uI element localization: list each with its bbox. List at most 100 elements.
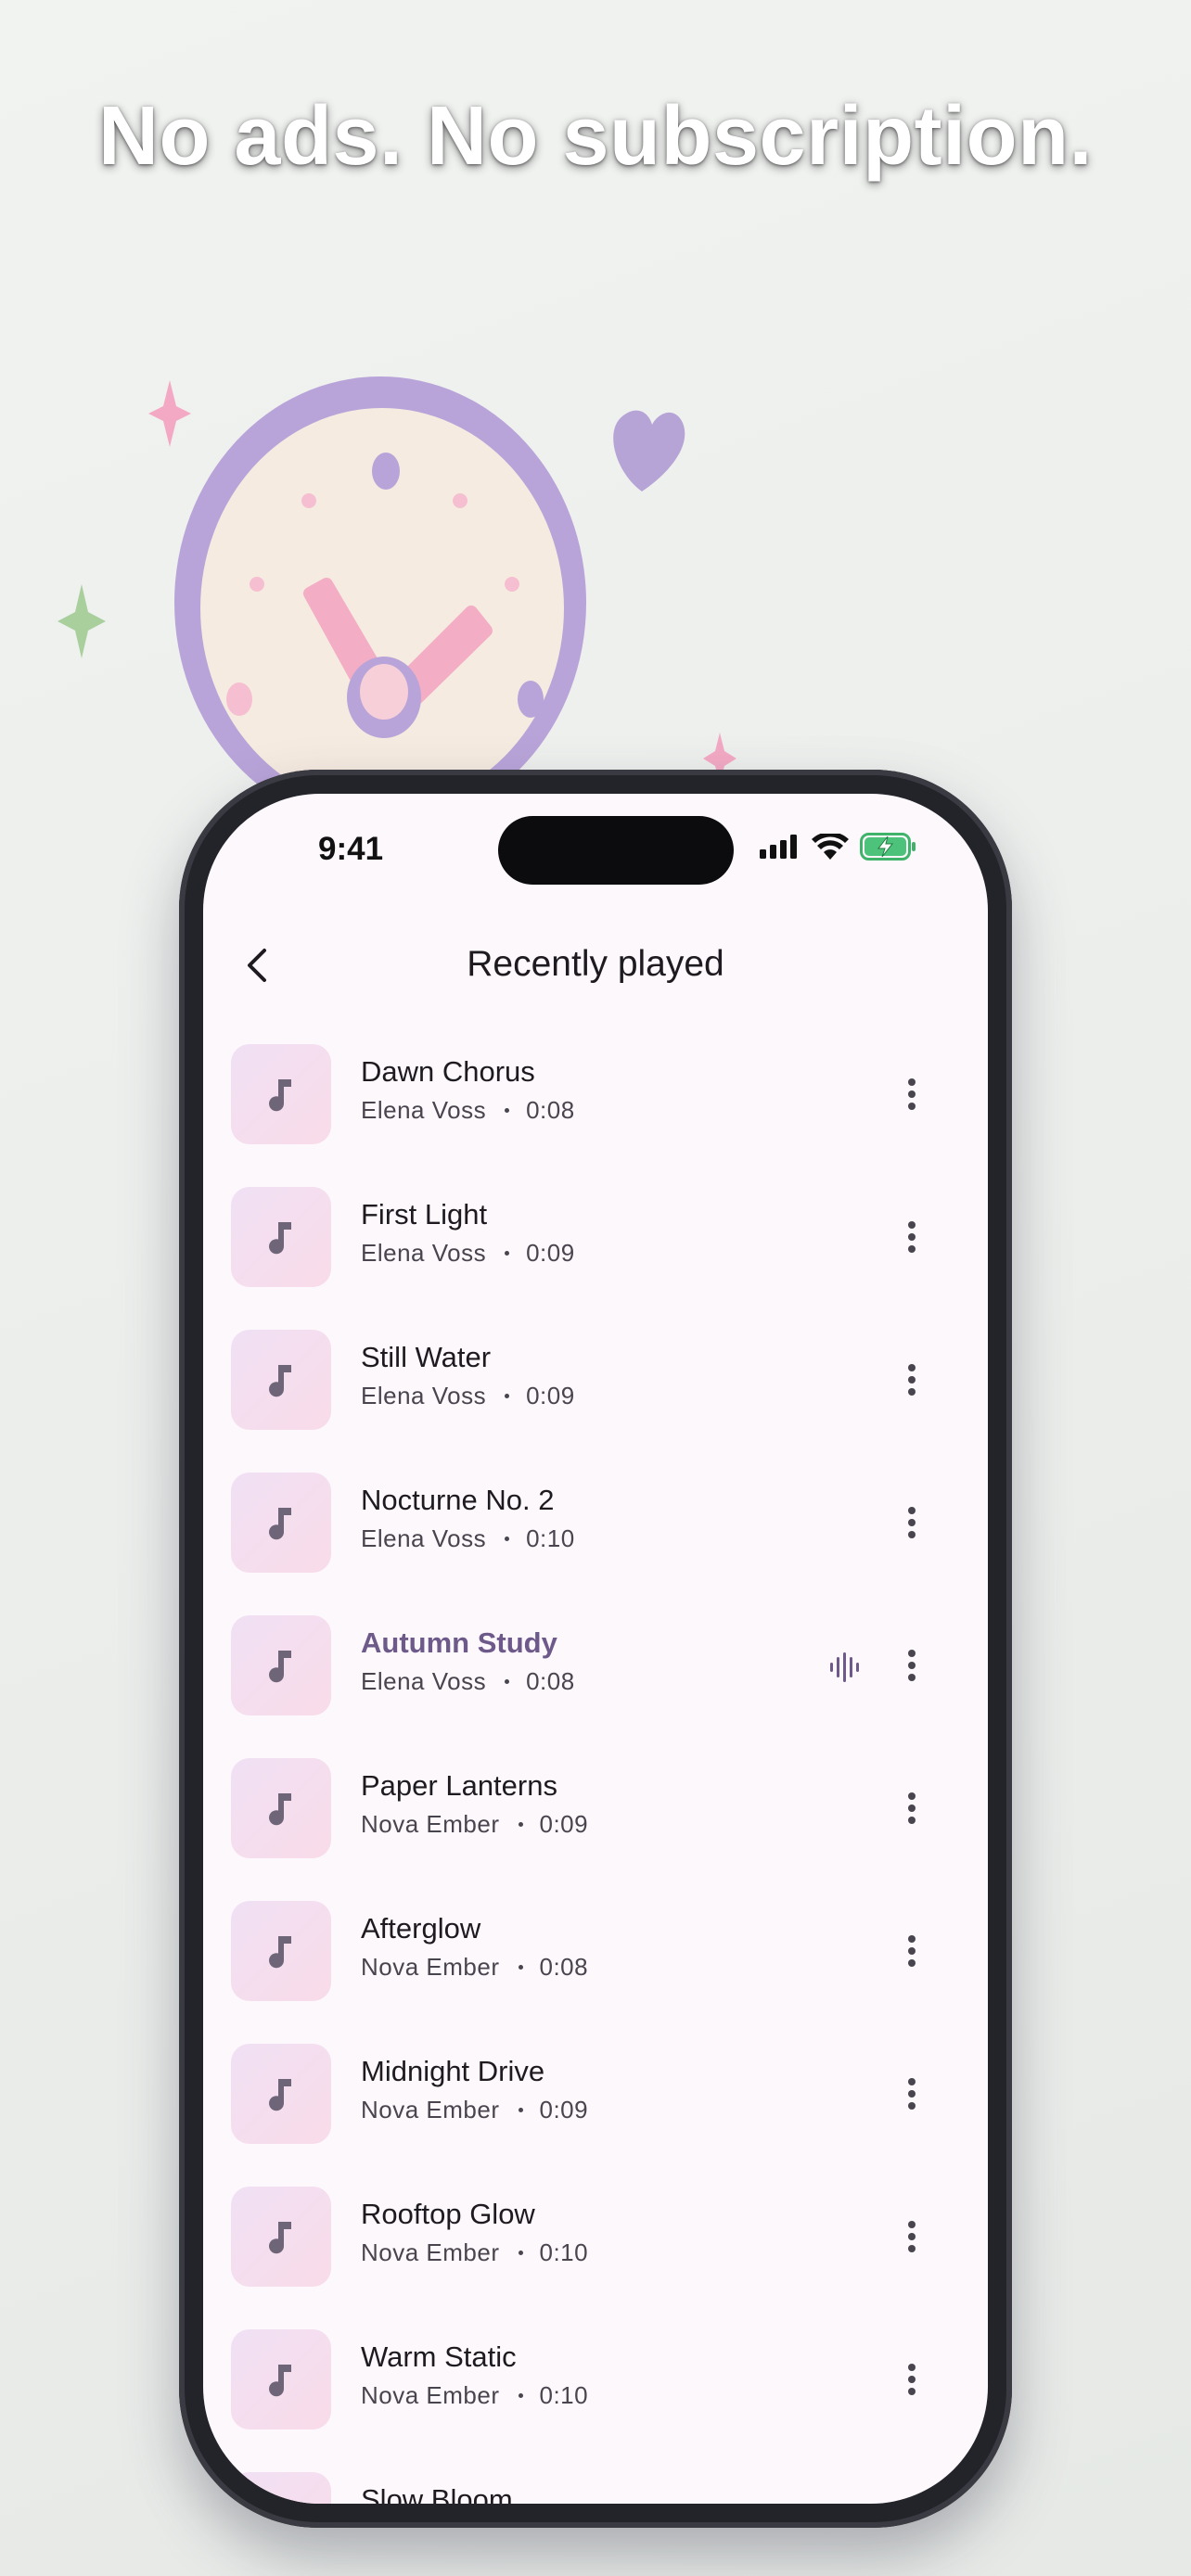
more-options-button[interactable]: [893, 2211, 930, 2263]
track-row[interactable]: Paper Lanterns Nova Ember 0:09: [203, 1740, 988, 1882]
status-time: 9:41: [318, 831, 384, 867]
track-duration: 0:09: [539, 2096, 589, 2123]
track-title: Afterglow: [361, 1912, 481, 1945]
track-artist: Elena Voss: [361, 1524, 487, 1552]
separator-dot: [518, 2393, 523, 2398]
track-artist: Nova Ember: [361, 1953, 500, 1981]
track-meta: Elena Voss 0:09: [361, 1239, 575, 1268]
track-meta: Nova Ember 0:08: [361, 1953, 588, 1982]
track-artwork: [231, 1473, 331, 1573]
more-options-button[interactable]: [893, 2068, 930, 2120]
track-row[interactable]: Warm Static Nova Ember 0:10: [203, 2311, 988, 2454]
headline: No ads. No subscription.: [97, 90, 1094, 183]
sparkle-icon: [58, 584, 106, 658]
track-meta: Elena Voss 0:09: [361, 1382, 575, 1410]
more-options-button[interactable]: [893, 2496, 930, 2504]
track-artist: Nova Ember: [361, 2381, 500, 2409]
more-options-button[interactable]: [893, 1782, 930, 1834]
track-row[interactable]: Slow Bloom: [203, 2454, 988, 2504]
track-title: Nocturne No. 2: [361, 1484, 555, 1516]
track-artist: Elena Voss: [361, 1239, 487, 1267]
more-vertical-icon: [908, 2221, 916, 2252]
track-artist: Nova Ember: [361, 2096, 500, 2123]
more-vertical-icon: [908, 2364, 916, 2395]
track-list: Dawn Chorus Elena Voss 0:08 First Light …: [203, 1026, 988, 2504]
track-duration: 0:08: [526, 1667, 575, 1695]
track-artist: Nova Ember: [361, 2238, 500, 2266]
track-artwork: [231, 2329, 331, 2429]
more-vertical-icon: [908, 1364, 916, 1396]
more-vertical-icon: [908, 1792, 916, 1824]
track-artwork: [231, 2187, 331, 2287]
status-icons: [760, 833, 917, 861]
track-artist: Elena Voss: [361, 1667, 487, 1695]
track-row[interactable]: Still Water Elena Voss 0:09: [203, 1311, 988, 1454]
track-row[interactable]: Rooftop Glow Nova Ember 0:10: [203, 2168, 988, 2311]
music-note-icon: [269, 2222, 291, 2254]
track-row[interactable]: Afterglow Nova Ember 0:08: [203, 1882, 988, 2025]
track-duration: 0:09: [526, 1239, 575, 1267]
track-meta: Nova Ember 0:10: [361, 2381, 588, 2410]
more-options-button[interactable]: [893, 1639, 930, 1691]
track-row[interactable]: Midnight Drive Nova Ember 0:09: [203, 2025, 988, 2168]
more-options-button[interactable]: [893, 2353, 930, 2405]
more-options-button[interactable]: [893, 1068, 930, 1120]
track-meta: Nova Ember 0:09: [361, 2096, 588, 2124]
separator-dot: [518, 2251, 523, 2255]
more-vertical-icon: [908, 1935, 916, 1967]
track-duration: 0:09: [539, 1810, 589, 1838]
more-vertical-icon: [908, 1507, 916, 1538]
more-options-button[interactable]: [893, 1497, 930, 1549]
signal-icon: [760, 835, 797, 859]
track-row[interactable]: Autumn Study Elena Voss 0:08: [203, 1597, 988, 1740]
music-note-icon: [269, 1365, 291, 1397]
more-options-button[interactable]: [893, 1925, 930, 1977]
separator-dot: [505, 1251, 510, 1256]
top-app-bar: Recently played: [203, 924, 988, 1007]
music-note-icon: [269, 2365, 291, 2397]
track-row[interactable]: Dawn Chorus Elena Voss 0:08: [203, 1026, 988, 1168]
heart-icon: [613, 410, 685, 491]
separator-dot: [518, 1965, 523, 1970]
track-duration: 0:08: [526, 1096, 575, 1124]
track-title: Autumn Study: [361, 1626, 557, 1659]
phone-screen: 9:41 Recently played Dawn Chorus Elena V…: [203, 794, 988, 2504]
track-meta: Nova Ember 0:10: [361, 2238, 588, 2267]
track-meta: Elena Voss 0:08: [361, 1667, 575, 1696]
track-title: Warm Static: [361, 2340, 517, 2373]
more-options-button[interactable]: [893, 1211, 930, 1263]
separator-dot: [505, 1394, 510, 1398]
track-artwork: [231, 1330, 331, 1430]
track-title: Slow Bloom: [361, 2483, 513, 2504]
dynamic-island: [498, 816, 734, 885]
more-options-button[interactable]: [893, 1354, 930, 1406]
phone-frame: 9:41 Recently played Dawn Chorus Elena V…: [179, 770, 1012, 2528]
track-artwork: [231, 2044, 331, 2144]
track-duration: 0:10: [539, 2381, 589, 2409]
track-title: Dawn Chorus: [361, 1055, 535, 1088]
track-row[interactable]: First Light Elena Voss 0:09: [203, 1168, 988, 1311]
track-title: Still Water: [361, 1341, 492, 1373]
music-note-icon: [269, 1651, 291, 1683]
more-vertical-icon: [908, 2078, 916, 2110]
sparkle-icon: [148, 380, 191, 447]
separator-dot: [505, 1679, 510, 1684]
track-meta: Elena Voss 0:08: [361, 1096, 575, 1125]
track-title: Midnight Drive: [361, 2055, 545, 2087]
track-row[interactable]: Nocturne No. 2 Elena Voss 0:10: [203, 1454, 988, 1597]
page-title: Recently played: [467, 944, 724, 984]
track-meta: Nova Ember 0:09: [361, 1810, 588, 1839]
track-artwork: [231, 1615, 331, 1715]
more-vertical-icon: [908, 1078, 916, 1110]
track-duration: 0:10: [526, 1524, 575, 1552]
audio-waveform-icon: [830, 1652, 859, 1682]
track-title: Paper Lanterns: [361, 1769, 557, 1802]
more-vertical-icon: [908, 1221, 916, 1253]
track-duration: 0:09: [526, 1382, 575, 1409]
separator-dot: [518, 1822, 523, 1827]
wifi-icon: [812, 834, 849, 860]
track-artwork: [231, 1758, 331, 1858]
track-artist: Nova Ember: [361, 1810, 500, 1838]
more-vertical-icon: [908, 1650, 916, 1681]
music-note-icon: [269, 1222, 291, 1255]
